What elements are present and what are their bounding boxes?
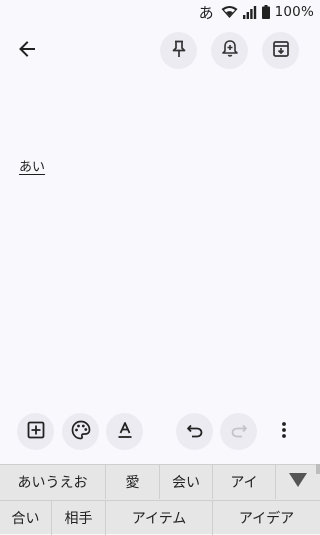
redo-icon	[230, 422, 248, 442]
bottom-toolbar	[0, 413, 320, 451]
more-options-button[interactable]	[265, 413, 302, 450]
undo-icon	[186, 422, 204, 442]
candidate-row-2: 合い 相手 アイテム アイデア	[0, 500, 320, 535]
candidate-row-1: あいうえお 愛 会い アイ	[0, 465, 320, 499]
signal-icon	[242, 5, 257, 19]
back-button[interactable]	[10, 34, 44, 68]
candidate-item[interactable]: 合い	[0, 501, 52, 535]
bell-plus-icon	[221, 39, 239, 62]
ime-candidate-bar: あいうえお 愛 会い アイ 合い 相手 アイテム アイデア	[0, 464, 320, 535]
candidate-item[interactable]: あいうえお	[0, 465, 106, 499]
ime-indicator: あ	[198, 3, 214, 22]
candidate-item[interactable]: アイ	[213, 465, 276, 499]
battery-icon	[261, 5, 270, 19]
wifi-icon	[221, 5, 238, 19]
add-content-button[interactable]	[17, 413, 54, 450]
archive-button[interactable]	[262, 32, 299, 69]
add-box-icon	[27, 421, 45, 443]
battery-percentage: 100%	[274, 4, 314, 20]
text-format-button[interactable]	[106, 413, 143, 450]
candidate-item[interactable]: アイテム	[106, 501, 213, 535]
redo-button[interactable]	[220, 413, 257, 450]
candidate-item[interactable]: アイデア	[213, 501, 320, 535]
note-top-bar	[0, 30, 320, 74]
background-color-button[interactable]	[62, 413, 99, 450]
palette-icon	[71, 420, 91, 444]
more-vert-icon	[281, 421, 287, 443]
text-format-icon	[116, 421, 134, 443]
candidate-item[interactable]: 愛	[106, 465, 160, 499]
status-bar: あ 100%	[0, 0, 320, 24]
reminder-button[interactable]	[211, 32, 248, 69]
triangle-down-icon	[288, 472, 308, 492]
candidate-scrollbar[interactable]	[316, 464, 320, 474]
candidate-item[interactable]: 会い	[160, 465, 213, 499]
pin-button[interactable]	[160, 32, 197, 69]
note-body-text[interactable]: あい	[19, 156, 45, 175]
candidate-item[interactable]: 相手	[52, 501, 106, 535]
undo-button[interactable]	[176, 413, 213, 450]
pin-icon	[171, 40, 187, 62]
arrow-back-icon	[18, 40, 36, 62]
top-actions	[160, 32, 299, 69]
archive-icon	[272, 40, 290, 62]
candidate-expand-button[interactable]	[276, 465, 320, 499]
